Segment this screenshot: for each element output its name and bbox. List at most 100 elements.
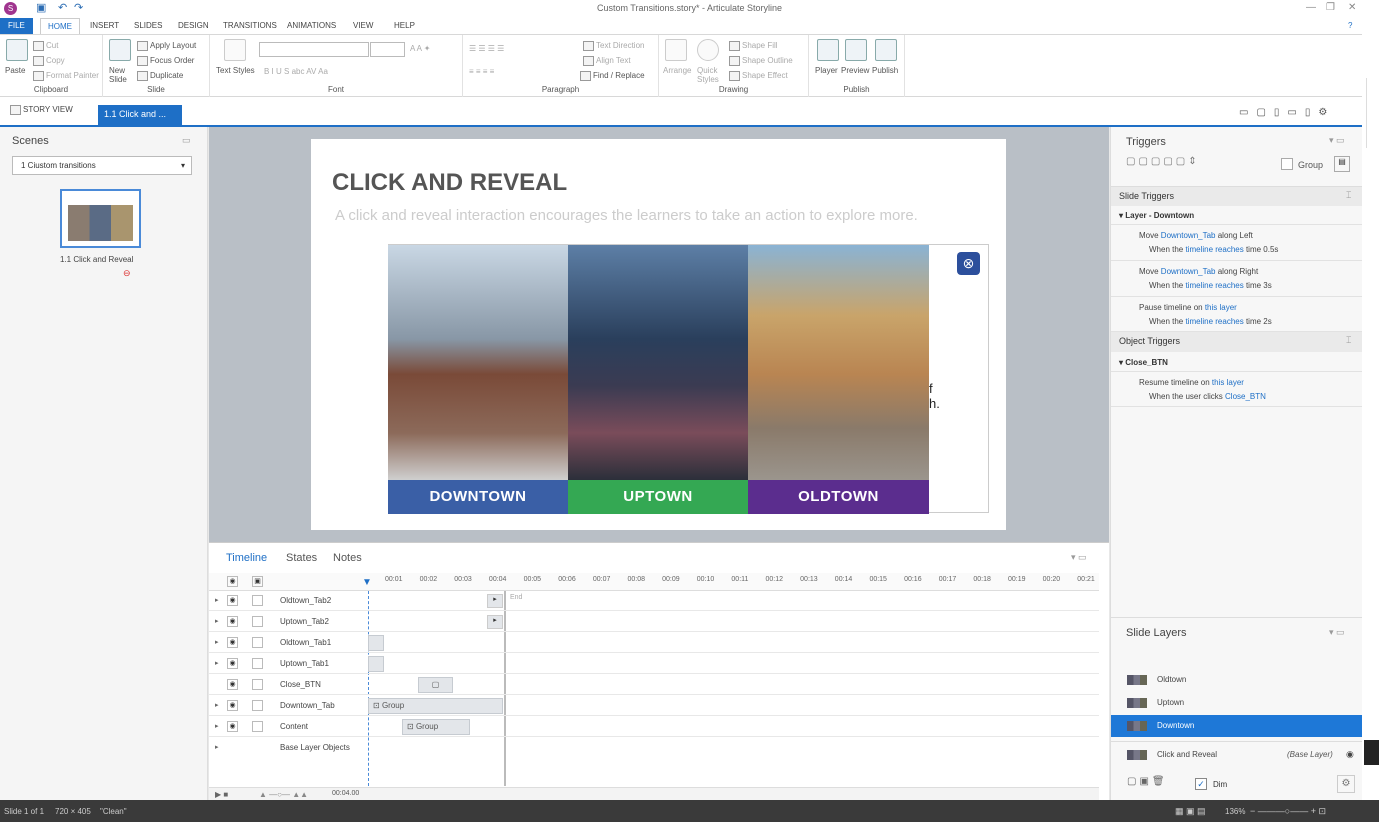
trigger-item[interactable]: Move Downtown_Tab along Left When the ti…: [1111, 224, 1362, 260]
trigger-target[interactable]: this layer: [1212, 378, 1244, 387]
arrange-button[interactable]: Arrange: [663, 66, 691, 75]
eye-icon[interactable]: ◉: [227, 637, 238, 648]
slide-title[interactable]: CLICK AND REVEAL: [332, 169, 567, 197]
format-painter-button[interactable]: Format Painter: [33, 71, 99, 81]
publish-button[interactable]: Publish: [872, 66, 898, 75]
timeline-row[interactable]: ▸ ◉ Downtown_Tab ⊡ Group: [209, 696, 1099, 716]
trigger-view-icon[interactable]: ▤: [1334, 156, 1350, 172]
preview-icon[interactable]: [845, 39, 867, 61]
new-slide-button[interactable]: New Slide: [109, 66, 135, 84]
player-icon[interactable]: [817, 39, 839, 61]
preview-button[interactable]: Preview: [841, 66, 869, 75]
tab-notes[interactable]: Notes: [333, 552, 362, 564]
arrange-icon[interactable]: [665, 39, 687, 61]
lock-box[interactable]: [252, 679, 263, 690]
menu-help[interactable]: HELP: [394, 21, 415, 30]
slide-subtitle[interactable]: A click and reveal interaction encourage…: [335, 207, 918, 224]
shape-fill-button[interactable]: Shape Fill: [729, 41, 778, 51]
collapse-icon[interactable]: ⌶: [1346, 190, 1351, 201]
view-mode-icons[interactable]: ▦ ▣ ▤: [1175, 806, 1206, 817]
timeline-row[interactable]: ▸ Base Layer Objects: [209, 738, 1099, 758]
expand-icon[interactable]: ▸: [215, 659, 219, 667]
apply-layout-button[interactable]: Apply Layout: [137, 41, 196, 51]
lock-box[interactable]: [252, 616, 263, 627]
menu-view[interactable]: VIEW: [353, 21, 373, 30]
trigger-target[interactable]: Downtown_Tab: [1161, 231, 1216, 240]
slide-thumbnail[interactable]: [60, 189, 141, 248]
publish-icon[interactable]: [875, 39, 897, 61]
new-slide-icon[interactable]: [109, 39, 131, 61]
timeline-bar[interactable]: ⊡ Group: [402, 719, 470, 735]
collapse-icon[interactable]: ⌶: [1346, 335, 1351, 346]
condition-object[interactable]: Close_BTN: [1225, 392, 1266, 401]
oldtown-tab[interactable]: OLDTOWN: [748, 480, 929, 514]
menu-transitions[interactable]: TRANSITIONS: [223, 21, 277, 30]
duplicate-button[interactable]: Duplicate: [137, 71, 183, 81]
help-icon[interactable]: ?: [1348, 21, 1352, 30]
edge-tab[interactable]: [1364, 740, 1379, 765]
eye-icon[interactable]: ◉: [227, 721, 238, 732]
device-preview-icons[interactable]: ▭▢▯▭▯⚙: [1239, 107, 1335, 118]
focus-order-button[interactable]: Focus Order: [137, 56, 194, 66]
shape-outline-button[interactable]: Shape Outline: [729, 56, 793, 66]
paste-icon[interactable]: [6, 39, 28, 61]
play-controls-icon[interactable]: ▶ ■: [215, 790, 228, 799]
expand-icon[interactable]: ▸: [215, 596, 219, 604]
lock-box[interactable]: [252, 595, 263, 606]
expand-icon[interactable]: ▸: [215, 638, 219, 646]
text-direction-button[interactable]: Text Direction: [583, 41, 644, 51]
condition-event[interactable]: timeline reaches: [1185, 245, 1243, 254]
tab-timeline[interactable]: Timeline: [226, 552, 267, 564]
layer-item-oldtown[interactable]: Oldtown: [1111, 669, 1363, 691]
font-size-controls[interactable]: A A ✦: [410, 44, 431, 53]
timeline-bar[interactable]: ▢: [418, 677, 453, 693]
tab-slide[interactable]: 1.1 Click and ...: [98, 105, 182, 127]
restore-icon[interactable]: ❐: [1326, 2, 1335, 13]
dim-checkbox[interactable]: ✓: [1195, 778, 1207, 790]
timeline-bar[interactable]: [368, 656, 384, 672]
eye-icon[interactable]: ◉: [1346, 749, 1354, 760]
lock-box[interactable]: [252, 637, 263, 648]
panel-options-icon[interactable]: ▭: [182, 135, 191, 146]
font-family-select[interactable]: [259, 42, 369, 57]
trigger-item[interactable]: Pause timeline on this layer When the ti…: [1111, 296, 1362, 332]
timeline-row[interactable]: ▸ ◉ Content ⊡ Group: [209, 717, 1099, 737]
lock-icon[interactable]: ▣: [252, 576, 263, 587]
paste-button[interactable]: Paste: [5, 66, 25, 75]
trigger-item[interactable]: Move Downtown_Tab along Right When the t…: [1111, 260, 1362, 296]
menu-slides[interactable]: SLIDES: [134, 21, 162, 30]
player-button[interactable]: Player: [815, 66, 838, 75]
eye-icon[interactable]: ◉: [227, 595, 238, 606]
shape-effect-button[interactable]: Shape Effect: [729, 71, 788, 81]
expand-icon[interactable]: ▸: [215, 722, 219, 730]
timeline-row[interactable]: ▸ ◉ Uptown_Tab1: [209, 654, 1099, 674]
eye-icon[interactable]: ◉: [227, 576, 238, 587]
timeline-row[interactable]: ◉ Close_BTN ▢: [209, 675, 1099, 695]
quick-styles-button[interactable]: Quick Styles: [697, 66, 721, 84]
trigger-item[interactable]: Resume timeline on this layer When the u…: [1111, 371, 1362, 407]
panel-options-icon[interactable]: ▾ ▭: [1071, 552, 1087, 563]
align-text-button[interactable]: Align Text: [583, 56, 631, 66]
list-buttons[interactable]: ☰ ☰ ☰ ☰: [469, 44, 504, 53]
lock-box[interactable]: [252, 721, 263, 732]
font-format-buttons[interactable]: B I U S abc AV Aa: [264, 67, 328, 76]
text-styles-button[interactable]: Text Styles: [216, 66, 255, 75]
chevron-right-icon[interactable]: ▸: [487, 615, 503, 629]
find-replace-button[interactable]: Find / Replace: [580, 71, 645, 81]
layer-toolbar[interactable]: ▢▣🗑: [1127, 776, 1168, 787]
layer-item-downtown[interactable]: Downtown: [1111, 715, 1363, 737]
layer-trigger-group[interactable]: ▾ Layer - Downtown: [1119, 211, 1194, 220]
playhead-marker-icon[interactable]: ▼: [362, 577, 372, 588]
zoom-slider[interactable]: ▲ —○— ▲▲: [259, 790, 308, 799]
scene-select[interactable]: 1 Ciustom transitions ▾: [12, 156, 192, 175]
close-button[interactable]: ⊗: [957, 252, 980, 275]
timeline-bar[interactable]: ⊡ Group: [368, 698, 503, 714]
gear-icon[interactable]: ⚙: [1337, 775, 1355, 793]
expand-icon[interactable]: ▸: [215, 617, 219, 625]
trigger-target[interactable]: this layer: [1205, 303, 1237, 312]
zoom-slider[interactable]: − ———○—— + ⊡: [1250, 806, 1326, 817]
layer-item-base[interactable]: Click and Reveal (Base Layer) ◉: [1111, 741, 1363, 765]
tab-story-view[interactable]: STORY VIEW: [10, 105, 73, 115]
eye-icon[interactable]: ◉: [227, 679, 238, 690]
uptown-tab[interactable]: UPTOWN: [568, 480, 748, 514]
